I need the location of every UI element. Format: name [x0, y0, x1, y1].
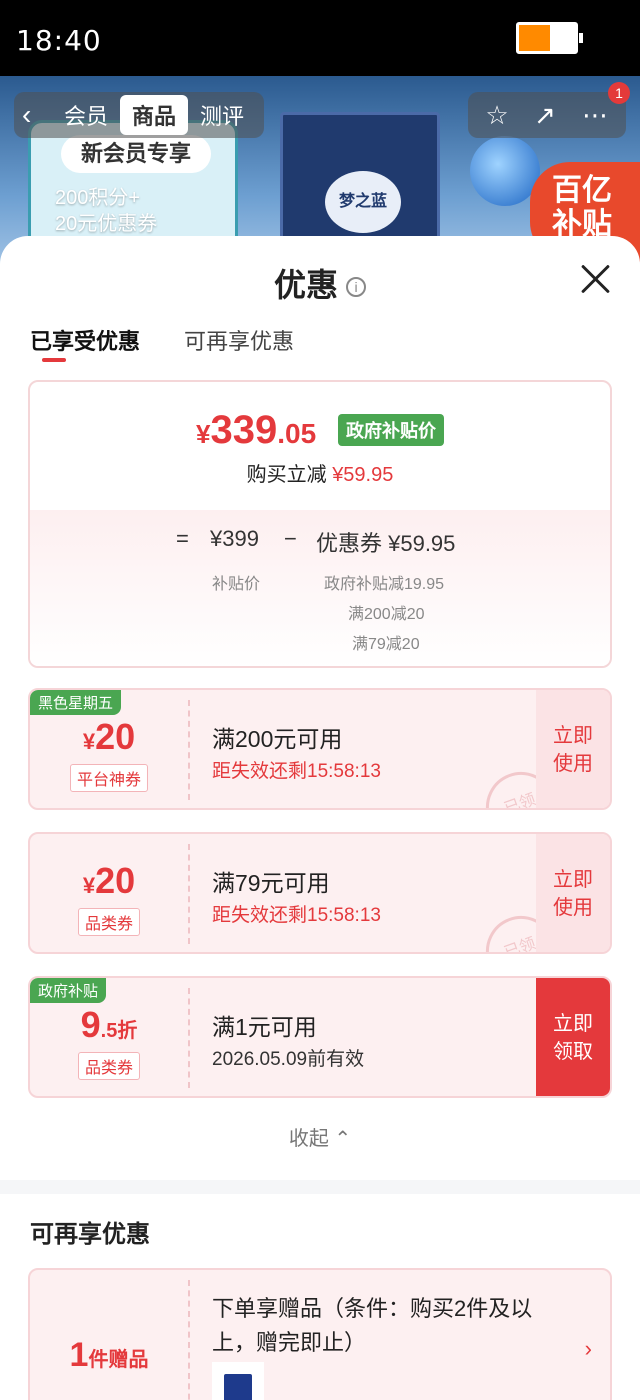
chevron-up-icon: ⌃	[334, 1128, 352, 1150]
member-promo-title: 新会员专享	[61, 135, 211, 173]
coupon-type: 平台神券	[69, 764, 149, 792]
info-icon[interactable]: i	[346, 277, 366, 297]
tab-product[interactable]: 商品	[120, 95, 189, 135]
detail-gov-subsidy: 政府补贴减19.95	[324, 576, 445, 593]
base-price-label: 补贴价	[212, 576, 261, 593]
coupon-card[interactable]: 9.5折 品类券 政府补贴 满1元可用 2026.05.09前有效 立即 领取	[28, 976, 612, 1098]
coupon-badge: 黑色星期五	[30, 690, 122, 715]
price-breakdown: = ¥399 − 优惠券 ¥59.95 补贴价 政府补贴减19.95 满200减…	[30, 510, 610, 666]
section-divider	[0, 1180, 640, 1194]
coupon-expiry: 距失效还剩15:58:13	[212, 761, 381, 782]
discount-sheet: 优惠 i 已享受优惠 可再享优惠 ¥ 339 .05 政府补贴价 购买立减 ¥59…	[0, 236, 640, 1400]
gift-thumbnail	[212, 1362, 264, 1400]
base-price: ¥399	[210, 526, 259, 551]
gift-bag-icon	[224, 1374, 252, 1400]
tab-available[interactable]: 可再享优惠	[184, 324, 294, 356]
coupon-type: 品类券	[77, 908, 141, 936]
star-icon[interactable]: ☆	[482, 100, 512, 130]
coupon-type: 品类券	[77, 1052, 141, 1080]
coupon-expiry: 距失效还剩15:58:13	[212, 905, 381, 926]
battery-icon	[516, 22, 583, 54]
sheet-title: 优惠 i	[0, 260, 640, 306]
gift-description: 下单享赠品（条件：购买2件及以上，赠完即止）	[212, 1296, 533, 1355]
final-price: ¥ 339 .05	[196, 408, 317, 452]
close-icon[interactable]	[580, 264, 610, 294]
gov-subsidy-price-tag: 政府补贴价	[338, 414, 444, 446]
coupon-card[interactable]: ¥20 平台神券 黑色星期五 满200元可用 距失效还剩15:58:13 已领 …	[28, 688, 612, 810]
coupon-total: 优惠券 ¥59.95	[316, 531, 456, 556]
coupon-badge: 政府补贴	[30, 978, 107, 1003]
section-title-available: 可再享优惠	[30, 1221, 150, 1248]
status-bar: 18:40	[0, 0, 640, 76]
product-nav-bar: ‹ 会员 商品 测评	[14, 92, 265, 138]
member-promo-text: 200积分+ 20元优惠券	[55, 187, 158, 235]
chevron-right-icon[interactable]: ›	[585, 1336, 592, 1362]
active-tab-indicator	[42, 358, 66, 362]
use-now-button[interactable]: 立即 使用	[536, 834, 610, 952]
tab-enjoyed[interactable]: 已享受优惠	[30, 324, 140, 356]
collapse-button[interactable]: 收起 ⌃	[0, 1122, 640, 1151]
detail-coupon-79: 满79减20	[352, 636, 420, 653]
product-action-bar: ☆ ↗ ⋯ 1	[468, 82, 630, 138]
minus-sign: −	[284, 526, 297, 551]
tab-member[interactable]: 会员	[52, 95, 120, 135]
product-logo: 梦之蓝	[325, 171, 401, 233]
coupon-amount: ¥20	[82, 716, 136, 757]
coupon-condition: 满79元可用	[212, 870, 330, 896]
more-icon[interactable]: ⋯	[580, 100, 610, 130]
discount-line: 购买立减 ¥59.95	[246, 464, 394, 486]
equals-sign: =	[176, 526, 189, 551]
price-summary: ¥ 339 .05 政府补贴价 购买立减 ¥59.95 = ¥399 − 优惠券…	[28, 380, 612, 668]
claim-now-button[interactable]: 立即 领取	[536, 978, 610, 1096]
share-icon[interactable]: ↗	[530, 100, 560, 130]
coupon-condition: 满200元可用	[212, 726, 343, 752]
coupon-condition: 满1元可用	[212, 1014, 317, 1040]
gift-count: 1件赠品	[69, 1336, 149, 1374]
tab-review[interactable]: 测评	[188, 95, 256, 135]
detail-coupon-200: 满200减20	[348, 606, 425, 623]
coupon-card[interactable]: ¥20 品类券 满79元可用 距失效还剩15:58:13 已领 立即 使用	[28, 832, 612, 954]
coupon-amount: 9.5折	[80, 1004, 138, 1045]
coupon-expiry: 2026.05.09前有效	[212, 1049, 365, 1070]
back-arrow-icon[interactable]: ‹	[22, 100, 52, 130]
app-screen: 18:40 新会员专享 200积分+ 20元优惠券 梦之蓝 百亿 补贴 ‹ 会员…	[0, 0, 640, 1400]
use-now-button[interactable]: 立即 使用	[536, 690, 610, 808]
battery-level	[519, 25, 550, 51]
status-time: 18:40	[16, 24, 102, 57]
notification-badge: 1	[608, 82, 630, 104]
coupon-amount: ¥20	[82, 860, 136, 901]
gift-offer-card[interactable]: 1件赠品 下单享赠品（条件：购买2件及以上，赠完即止） ›	[28, 1268, 612, 1400]
